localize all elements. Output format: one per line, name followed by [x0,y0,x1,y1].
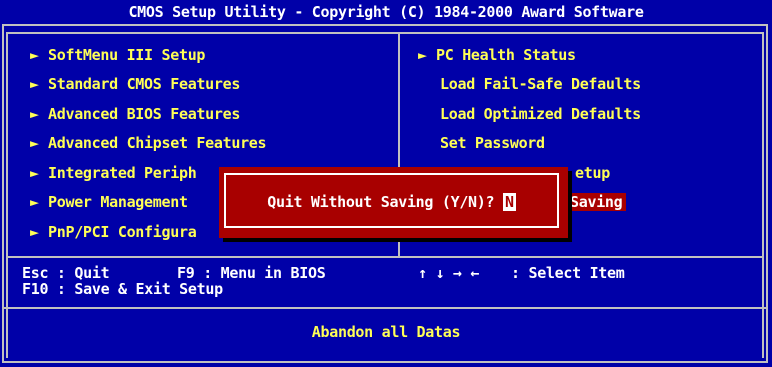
menu-item-label: Load Fail-Safe Defaults [440,75,641,93]
arrow-right-icon: ► [30,193,39,211]
menu-item-label: Saving [566,193,627,211]
menu-item-label: Integrated Periph [48,164,197,182]
menu-item-label: SoftMenu III Setup [48,46,206,64]
title-bar: CMOS Setup Utility - Copyright (C) 1984-… [0,0,772,24]
menu-bottom-divider [6,256,764,258]
menu-item-standard-cmos[interactable]: ► Standard CMOS Features [30,74,240,94]
help-f9: F9 : Menu in BIOS [177,264,326,282]
menu-item-save-exit-partial[interactable]: etup [575,163,610,183]
menu-item-label: Advanced BIOS Features [48,105,241,123]
menu-item-advanced-bios[interactable]: ► Advanced BIOS Features [30,104,240,124]
menu-item-advanced-chipset[interactable]: ► Advanced Chipset Features [30,133,267,153]
menu-item-set-password[interactable]: Set Password [440,133,545,153]
menu-item-integrated-peripherals[interactable]: ► Integrated Periph [30,163,197,183]
help-esc: Esc : Quit [22,264,110,282]
menu-item-label: Standard CMOS Features [48,75,241,93]
arrow-right-icon: ► [30,164,39,182]
menu-top-divider [6,32,764,34]
help-f10: F10 : Save & Exit Setup [22,280,223,298]
menu-item-label: PC Health Status [436,46,576,64]
menu-item-label: etup [575,164,610,182]
menu-item-label: Load Optimized Defaults [440,105,641,123]
menu-item-label: PnP/PCI Configura [48,223,197,241]
menu-item-load-fail-safe[interactable]: Load Fail-Safe Defaults [440,74,641,94]
menu-item-label: Advanced Chipset Features [48,134,267,152]
quit-dialog: Quit Without Saving (Y/N)? N [219,167,568,238]
dialog-border: Quit Without Saving (Y/N)? N [224,173,559,228]
arrow-right-icon: ► [30,223,39,241]
help-select: : Select Item [511,264,625,282]
menu-item-label: Power Management [48,193,188,211]
menu-item-softmenu[interactable]: ► SoftMenu III Setup [30,45,205,65]
arrow-right-icon: ► [30,75,39,93]
arrow-right-icon: ► [30,46,39,64]
arrow-right-icon: ► [30,134,39,152]
dialog-message: Quit Without Saving (Y/N)? N [226,175,557,230]
arrow-right-icon: ► [30,105,39,123]
menu-item-pc-health[interactable]: ► PC Health Status [418,45,576,65]
arrow-right-icon: ► [418,46,427,64]
help-bottom-divider [2,307,768,309]
menu-item-label: Set Password [440,134,545,152]
status-line: Abandon all Datas [311,323,461,341]
menu-item-load-optimized[interactable]: Load Optimized Defaults [440,104,641,124]
dialog-prompt: Quit Without Saving (Y/N)? [267,193,495,211]
menu-item-pnp-pci[interactable]: ► PnP/PCI Configura [30,222,197,242]
menu-item-exit-without-saving[interactable]: Saving [566,192,627,212]
menu-item-power-management[interactable]: ► Power Management [30,192,188,212]
arrow-keys-icon: ↑ ↓ → ← [418,264,480,282]
dialog-input[interactable]: N [503,193,516,211]
